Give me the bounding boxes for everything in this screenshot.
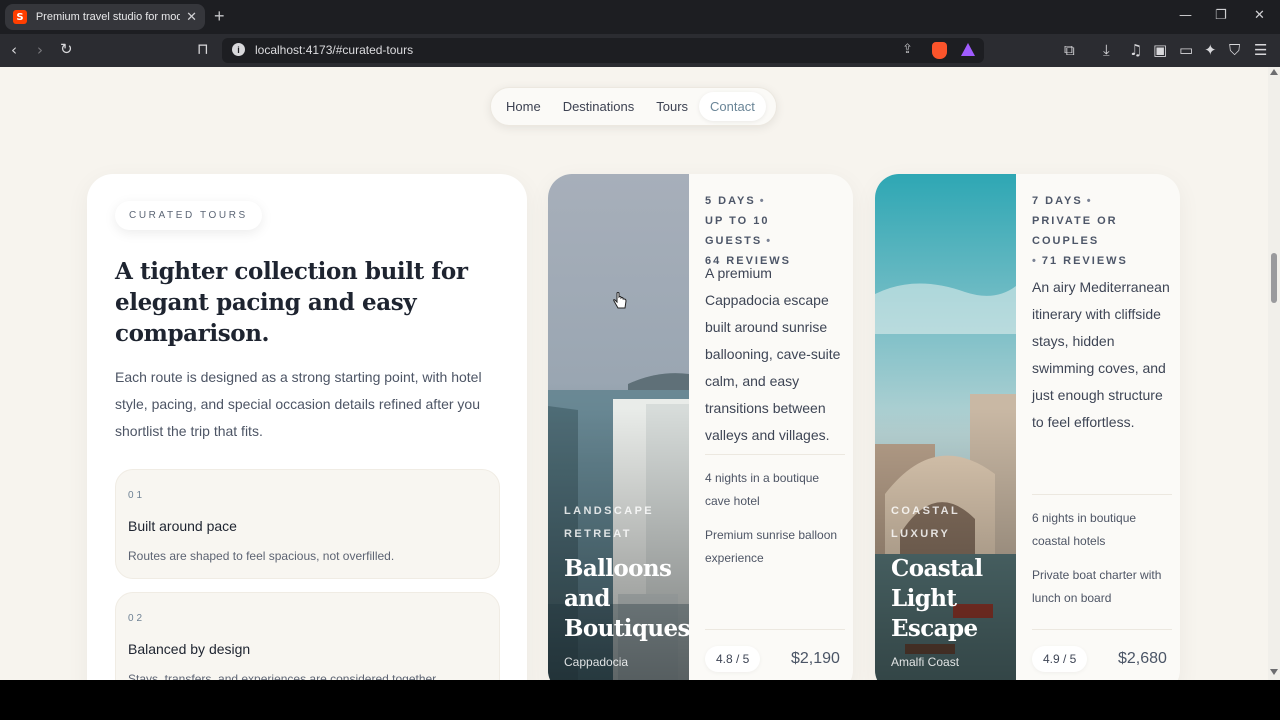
- maximize-icon[interactable]: ❐: [1215, 8, 1227, 23]
- feature-card: 01 Built around pace Routes are shaped t…: [115, 469, 500, 579]
- wallet-icon[interactable]: ▭: [1179, 41, 1193, 59]
- browser-tab[interactable]: S Premium travel studio for moder ✕: [5, 4, 205, 30]
- vertical-scrollbar[interactable]: [1268, 67, 1280, 680]
- menu-icon[interactable]: ☰: [1254, 41, 1267, 59]
- tour-duration: 5 DAYS: [705, 195, 756, 207]
- tour-highlight: Premium sunrise balloon experience: [705, 528, 838, 565]
- page-viewport: Home Destinations Tours Contact CURATED …: [0, 67, 1268, 680]
- tour-details: 7 DAYS • PRIVATE OR COUPLES • 71 REVIEWS A…: [1032, 174, 1172, 680]
- scroll-down-arrow-icon[interactable]: [1270, 669, 1278, 675]
- tour-kicker: LANDSCAPE RETREAT: [564, 505, 655, 540]
- screenshot-icon[interactable]: ⧉: [1064, 41, 1075, 59]
- tour-highlight: Private boat charter with lunch on board: [1032, 568, 1162, 605]
- tour-duration: 7 DAYS: [1032, 195, 1083, 207]
- separator-dot: •: [1086, 195, 1093, 207]
- svelte-favicon-icon: S: [13, 10, 27, 24]
- feature-description: Routes are shaped to feel spacious, not …: [128, 549, 395, 563]
- divider: [705, 454, 845, 455]
- tour-rating: 4.8 / 5: [705, 646, 761, 672]
- tour-group-size: PRIVATE OR COUPLES: [1032, 215, 1118, 247]
- tour-reviews: 71 REVIEWS: [1041, 255, 1128, 267]
- nav-destinations[interactable]: Destinations: [552, 92, 646, 121]
- hand-cursor-icon: [613, 292, 627, 309]
- tour-highlight: 4 nights in a boutique cave hotel: [705, 471, 820, 508]
- tab-close-icon[interactable]: ✕: [186, 9, 197, 25]
- download-icon[interactable]: ⤓: [1103, 41, 1110, 59]
- section-description: Each route is designed as a strong start…: [115, 369, 482, 439]
- main-nav: Home Destinations Tours Contact: [490, 87, 777, 126]
- feature-number: 01: [128, 490, 146, 501]
- nav-tours[interactable]: Tours: [645, 92, 699, 121]
- tour-description: A premium Cappadocia escape built around…: [705, 265, 841, 443]
- divider: [1032, 629, 1172, 630]
- tour-location: Cappadocia: [564, 655, 629, 669]
- tour-meta: 7 DAYS • PRIVATE OR COUPLES • 71 REVIEWS: [1032, 191, 1172, 271]
- separator-dot: •: [766, 235, 773, 247]
- vpn-icon[interactable]: ⛉: [1229, 41, 1240, 59]
- feature-title: Balanced by design: [128, 641, 251, 657]
- tab-strip: S Premium travel studio for moder ✕ + — …: [0, 0, 1280, 34]
- leo-ai-icon[interactable]: ✦: [1204, 41, 1217, 59]
- tour-name[interactable]: Coastal Light Escape: [891, 554, 1016, 644]
- tour-name[interactable]: Balloons and Boutiques: [564, 554, 689, 644]
- address-bar[interactable]: i localhost:4173/#curated-tours ⇪: [222, 38, 984, 63]
- tour-image: COASTAL LUXURY Coastal Light Escape Amal…: [875, 174, 1016, 680]
- scroll-up-arrow-icon[interactable]: [1270, 69, 1278, 75]
- feature-number: 02: [128, 613, 146, 624]
- share-icon[interactable]: ⇪: [902, 42, 913, 57]
- brave-rewards-icon[interactable]: [961, 43, 975, 56]
- tab-title: Premium travel studio for moder: [35, 11, 181, 23]
- browser-toolbar: ‹ › ↻ ⊓ i localhost:4173/#curated-tours …: [0, 34, 1280, 67]
- separator-dot: •: [1032, 255, 1038, 267]
- section-title: A tighter collection built for elegant p…: [115, 258, 468, 347]
- divider: [705, 629, 845, 630]
- reload-icon[interactable]: ↻: [60, 40, 73, 58]
- tour-price: $2,190: [791, 650, 840, 667]
- info-icon[interactable]: i: [232, 43, 245, 56]
- tour-image: LANDSCAPE RETREAT Balloons and Boutiques…: [548, 174, 689, 680]
- forward-icon[interactable]: ›: [37, 41, 43, 59]
- minimize-icon[interactable]: —: [1179, 8, 1192, 23]
- separator-dot: •: [759, 195, 766, 207]
- tour-price: $2,680: [1118, 650, 1167, 667]
- tour-card[interactable]: LANDSCAPE RETREAT Balloons and Boutiques…: [548, 174, 853, 680]
- tour-rating: 4.9 / 5: [1032, 646, 1088, 672]
- tour-highlight: 6 nights in boutique coastal hotels: [1032, 511, 1137, 548]
- section-eyebrow: CURATED TOURS: [115, 201, 262, 230]
- media-icon[interactable]: ♫: [1129, 41, 1142, 59]
- feature-description: Stays, transfers, and experiences are co…: [128, 672, 439, 680]
- close-window-icon[interactable]: ✕: [1254, 8, 1265, 23]
- divider: [1032, 494, 1172, 495]
- tour-group-size: UP TO 10 GUESTS: [705, 215, 770, 247]
- curated-tours-intro: CURATED TOURS A tighter collection built…: [87, 174, 527, 680]
- sidebar-icon[interactable]: ▣: [1153, 41, 1167, 59]
- url-text[interactable]: localhost:4173/#curated-tours: [255, 43, 413, 57]
- tour-details: 5 DAYS • UP TO 10 GUESTS • 64 REVIEWS A pr…: [705, 174, 845, 680]
- scroll-thumb[interactable]: [1271, 253, 1277, 303]
- feature-title: Built around pace: [128, 518, 237, 534]
- tour-card[interactable]: COASTAL LUXURY Coastal Light Escape Amal…: [875, 174, 1180, 680]
- nav-home[interactable]: Home: [495, 92, 552, 121]
- tour-meta: 5 DAYS • UP TO 10 GUESTS • 64 REVIEWS: [705, 191, 845, 271]
- tour-location: Amalfi Coast: [891, 655, 960, 669]
- feature-card: 02 Balanced by design Stays, transfers, …: [115, 592, 500, 680]
- back-icon[interactable]: ‹: [11, 41, 17, 59]
- brave-shields-icon[interactable]: [932, 42, 947, 59]
- browser-window: S Premium travel studio for moder ✕ + — …: [0, 0, 1280, 680]
- nav-contact[interactable]: Contact: [699, 92, 766, 121]
- tour-description: An airy Mediterranean itinerary with cli…: [1032, 279, 1170, 430]
- bookmark-icon[interactable]: ⊓: [197, 40, 209, 58]
- new-tab-button[interactable]: +: [214, 6, 225, 27]
- tour-kicker: COASTAL LUXURY: [891, 505, 960, 540]
